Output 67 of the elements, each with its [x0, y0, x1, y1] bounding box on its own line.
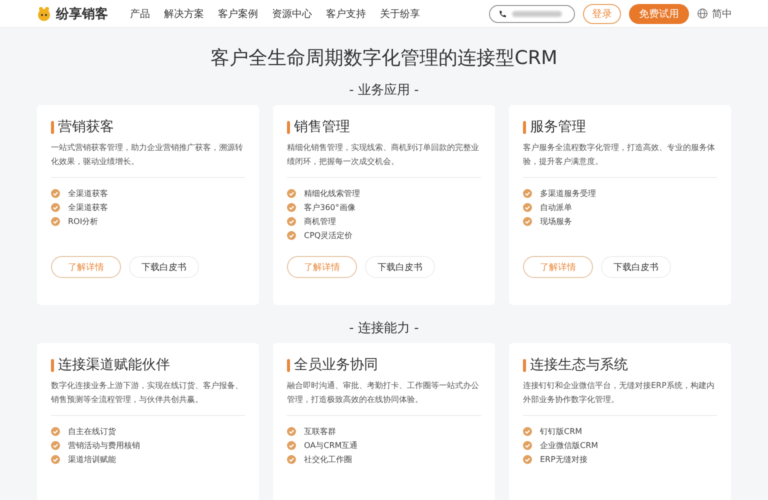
feature-item: 精细化线索管理 [304, 188, 360, 198]
check-icon [287, 202, 296, 212]
feature-item: 渠道培训赋能 [68, 454, 116, 464]
feature-item: 钉钉版CRM [540, 426, 582, 436]
feature-item: OA与CRM互通 [304, 440, 358, 450]
section-heading: - 业务应用 - [348, 82, 420, 99]
card-description: 融合即时沟通、审批、考勤打卡、工作圈等一站式办公管理，打造极致高效的在线协同体验。 [287, 380, 480, 406]
check-icon [287, 188, 296, 198]
nav-link[interactable]: 关于纷享 [380, 6, 420, 20]
feature-item: 现场服务 [540, 216, 572, 226]
feature-item: 商机管理 [304, 216, 336, 226]
check-icon [523, 426, 532, 436]
feature-item: 自主在线订货 [68, 426, 116, 436]
feature-item: 全渠道获客 [68, 202, 108, 212]
feature-item: 自动派单 [540, 202, 572, 212]
feature-item: ERP无缝对接 [540, 454, 588, 464]
check-icon [523, 440, 532, 450]
download-button[interactable]: 下载白皮书 [365, 256, 435, 278]
language-link[interactable]: 简中 [712, 6, 732, 20]
check-icon [51, 454, 60, 464]
card-title: 连接渠道赋能伙伴 [58, 356, 170, 374]
download-button[interactable]: 下载白皮书 [601, 256, 671, 278]
check-icon [51, 188, 60, 198]
download-button[interactable]: 下载白皮书 [129, 256, 199, 278]
check-icon [51, 216, 60, 226]
check-icon [523, 216, 532, 226]
section-heading: - 连接能力 - [348, 320, 420, 337]
feature-item: CPQ灵活定价 [304, 230, 353, 240]
card-description: 连接钉钉和企业微信平台，无缝对接ERP系统，构建内外部业务协作数字化管理。 [523, 380, 716, 406]
page-title: 客户全生命周期数字化管理的连接型CRM [210, 46, 558, 71]
card-title: 全员业务协同 [294, 356, 378, 374]
card-description: 一站式营销获客管理，助力企业营销推广获客，溯源转化效果，驱动业绩增长。 [51, 142, 244, 168]
feature-item: 互联客群 [304, 426, 336, 436]
feature-item: 社交化工作圈 [304, 454, 352, 464]
card-description: 数字化连接业务上游下游，实现在线订货、客户报备、销售预测等全流程管理，与伙伴共创共赢。 [51, 380, 244, 406]
phone-field[interactable] [489, 4, 575, 22]
nav-link[interactable]: 产品 [130, 6, 150, 20]
nav-link[interactable]: 资源中心 [272, 6, 312, 20]
check-icon [287, 454, 296, 464]
check-icon [51, 202, 60, 212]
check-icon [51, 426, 60, 436]
phone-icon [498, 10, 506, 18]
check-icon [523, 454, 532, 464]
check-icon [287, 440, 296, 450]
card-title: 营销获客 [58, 118, 114, 136]
nav-link[interactable]: 解决方案 [164, 6, 204, 20]
card-description: 客户服务全流程数字化管理，打造高效、专业的服务体验，提升客户满意度。 [523, 142, 716, 168]
nav-link[interactable]: 客户案例 [218, 6, 258, 20]
check-icon [51, 440, 60, 450]
feature-item: 客户360°画像 [304, 202, 356, 212]
globe-icon[interactable] [697, 8, 708, 19]
card-title: 服务管理 [530, 118, 586, 136]
check-icon [287, 426, 296, 436]
logo-text[interactable]: 纷享销客 [56, 4, 108, 22]
nav-link[interactable]: 客户支持 [326, 6, 366, 20]
feature-item: 全渠道获客 [68, 188, 108, 198]
card-description: 精细化销售管理，实现线索、商机到订单回款的完整业绩闭环，把握每一次成交机会。 [287, 142, 480, 168]
feature-item: ROI分析 [68, 216, 98, 226]
check-icon [523, 188, 532, 198]
card-title: 连接生态与系统 [530, 356, 628, 374]
feature-item: 多渠道服务受理 [540, 188, 596, 198]
check-icon [523, 202, 532, 212]
feature-item: 营销活动与费用核销 [68, 440, 140, 450]
check-icon [287, 230, 296, 240]
feature-item: 企业微信版CRM [540, 440, 598, 450]
card-title: 销售管理 [294, 118, 350, 136]
check-icon [287, 216, 296, 226]
